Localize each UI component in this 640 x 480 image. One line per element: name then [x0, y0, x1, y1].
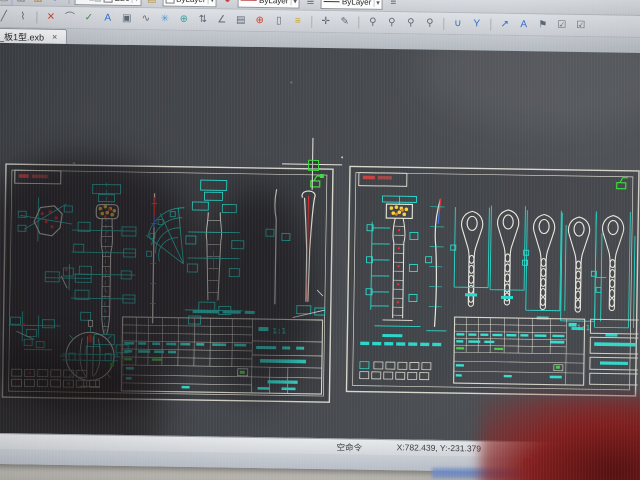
finger-reflection	[480, 396, 640, 480]
document-tab-title: 件_板1型.exb	[0, 29, 44, 43]
tool-raster-icon[interactable]: ▣	[118, 10, 135, 26]
toolbar-separator	[358, 16, 359, 28]
tool-node-icon[interactable]: Y	[468, 16, 485, 32]
linetype-dropdown[interactable]: ByLayer ▾	[238, 0, 300, 9]
toolbar-separator	[490, 18, 491, 30]
chevron-down-icon[interactable]: ▾	[208, 0, 215, 4]
layer-manager-icon[interactable]: ▤	[143, 0, 160, 7]
toolbar-separator	[36, 11, 37, 23]
close-icon[interactable]: ×	[50, 32, 59, 42]
chevron-down-icon[interactable]: ▾	[290, 0, 297, 5]
tool-flag-icon[interactable]: ⚑	[534, 17, 551, 33]
tool-trim-icon[interactable]: ✕	[42, 9, 59, 25]
layer-color-swatch	[104, 0, 113, 3]
tool-globe-icon[interactable]: ⊕	[175, 11, 192, 27]
tool-zoom-window-icon[interactable]: ⚲	[402, 15, 419, 31]
chevron-down-icon[interactable]: ▾	[373, 0, 380, 6]
tool-curve-icon[interactable]: ∿	[137, 11, 154, 27]
tool-snap-icon[interactable]: ∪	[449, 15, 466, 31]
toolbar-separator	[311, 15, 312, 27]
layer-dropdown[interactable]: ●✶◘▤ EB0 ▾	[75, 0, 142, 6]
left-drawing-sheet[interactable]: 1:1	[1, 163, 335, 404]
document-tab[interactable]: 件_板1型.exb ×	[0, 28, 67, 44]
toolbar-separator	[69, 0, 70, 4]
tool-check1-icon[interactable]: ☑	[553, 17, 570, 33]
tool-spline-icon[interactable]: ✓	[80, 10, 97, 26]
chevron-down-icon[interactable]: ▾	[132, 0, 139, 3]
lineweight-value: ByLayer	[342, 0, 371, 7]
tool-check2-icon[interactable]: ☑	[572, 17, 589, 33]
right-drawing-sheet[interactable]: 1:1	[345, 165, 640, 398]
linetype-preview	[241, 0, 257, 1]
tool-centermark-icon[interactable]: ⊕	[251, 12, 268, 28]
tool-lasso-icon[interactable]: ✎	[336, 14, 353, 30]
layer-state-icons: ●✶◘▤	[78, 0, 102, 3]
tool-flip-icon[interactable]: ↗	[496, 16, 513, 32]
tool-line-icon[interactable]: ╱	[0, 8, 12, 24]
tool-text-icon[interactable]: A	[99, 10, 116, 26]
current-color-swatch	[165, 0, 174, 4]
monitor-photo: ▢▦▥? ●✶◘▤ EB0 ▾ ▤ ByLayer ▾ ◕ ByLayer ▾ …	[0, 0, 640, 480]
tool-table-icon[interactable]: ▤	[232, 12, 249, 28]
pickbox	[307, 159, 318, 170]
tool-fillet-icon[interactable]: ⌒	[61, 9, 78, 25]
tool-swap-icon[interactable]: ⇅	[194, 11, 211, 27]
toolbar-separator	[443, 17, 444, 29]
tool-spray-icon[interactable]: ✳	[156, 11, 173, 27]
color-dropdown[interactable]: ByLayer ▾	[162, 0, 217, 7]
glare	[420, 43, 640, 134]
tool-zoom-prev-icon[interactable]: ⚲	[421, 15, 438, 31]
tool-angle-icon[interactable]: ∠	[213, 12, 230, 28]
dust-speck	[341, 156, 343, 158]
tool-sheet-icon[interactable]: ▯	[270, 13, 287, 29]
printer-icon[interactable]: ▤	[94, 0, 102, 3]
drawing-canvas[interactable]: 1:1	[0, 43, 640, 443]
tool-pan-icon[interactable]: ✛	[317, 13, 334, 29]
cursor-coordinates: X:782.439, Y:-231.379	[397, 442, 482, 453]
color-value: ByLayer	[176, 0, 205, 4]
tool-annotate-icon[interactable]: A	[515, 17, 532, 33]
dust-speck	[290, 82, 292, 84]
tool-zoom-out-icon[interactable]: ⚲	[383, 14, 400, 30]
tool-polyline-icon[interactable]: ⌇	[14, 9, 31, 25]
right-scale-value: 1:1	[576, 323, 590, 332]
layer-name: EB0	[115, 0, 130, 3]
left-scale-value: 1:1	[272, 326, 286, 335]
tool-layers-icon[interactable]: ≡	[289, 13, 306, 29]
dust-speck	[73, 162, 75, 164]
lineweight-preview	[324, 1, 340, 2]
command-status: 空命令	[337, 441, 363, 453]
lineweight-dropdown[interactable]: ByLayer ▾	[321, 0, 383, 10]
tool-zoom-in-icon[interactable]: ⚲	[364, 14, 381, 30]
lineweight-manager-icon[interactable]: ≡	[385, 0, 402, 11]
linetype-manager-icon[interactable]: ≣	[302, 0, 319, 9]
linetype-value: ByLayer	[259, 0, 288, 5]
color-wheel-icon[interactable]: ◕	[219, 0, 236, 8]
